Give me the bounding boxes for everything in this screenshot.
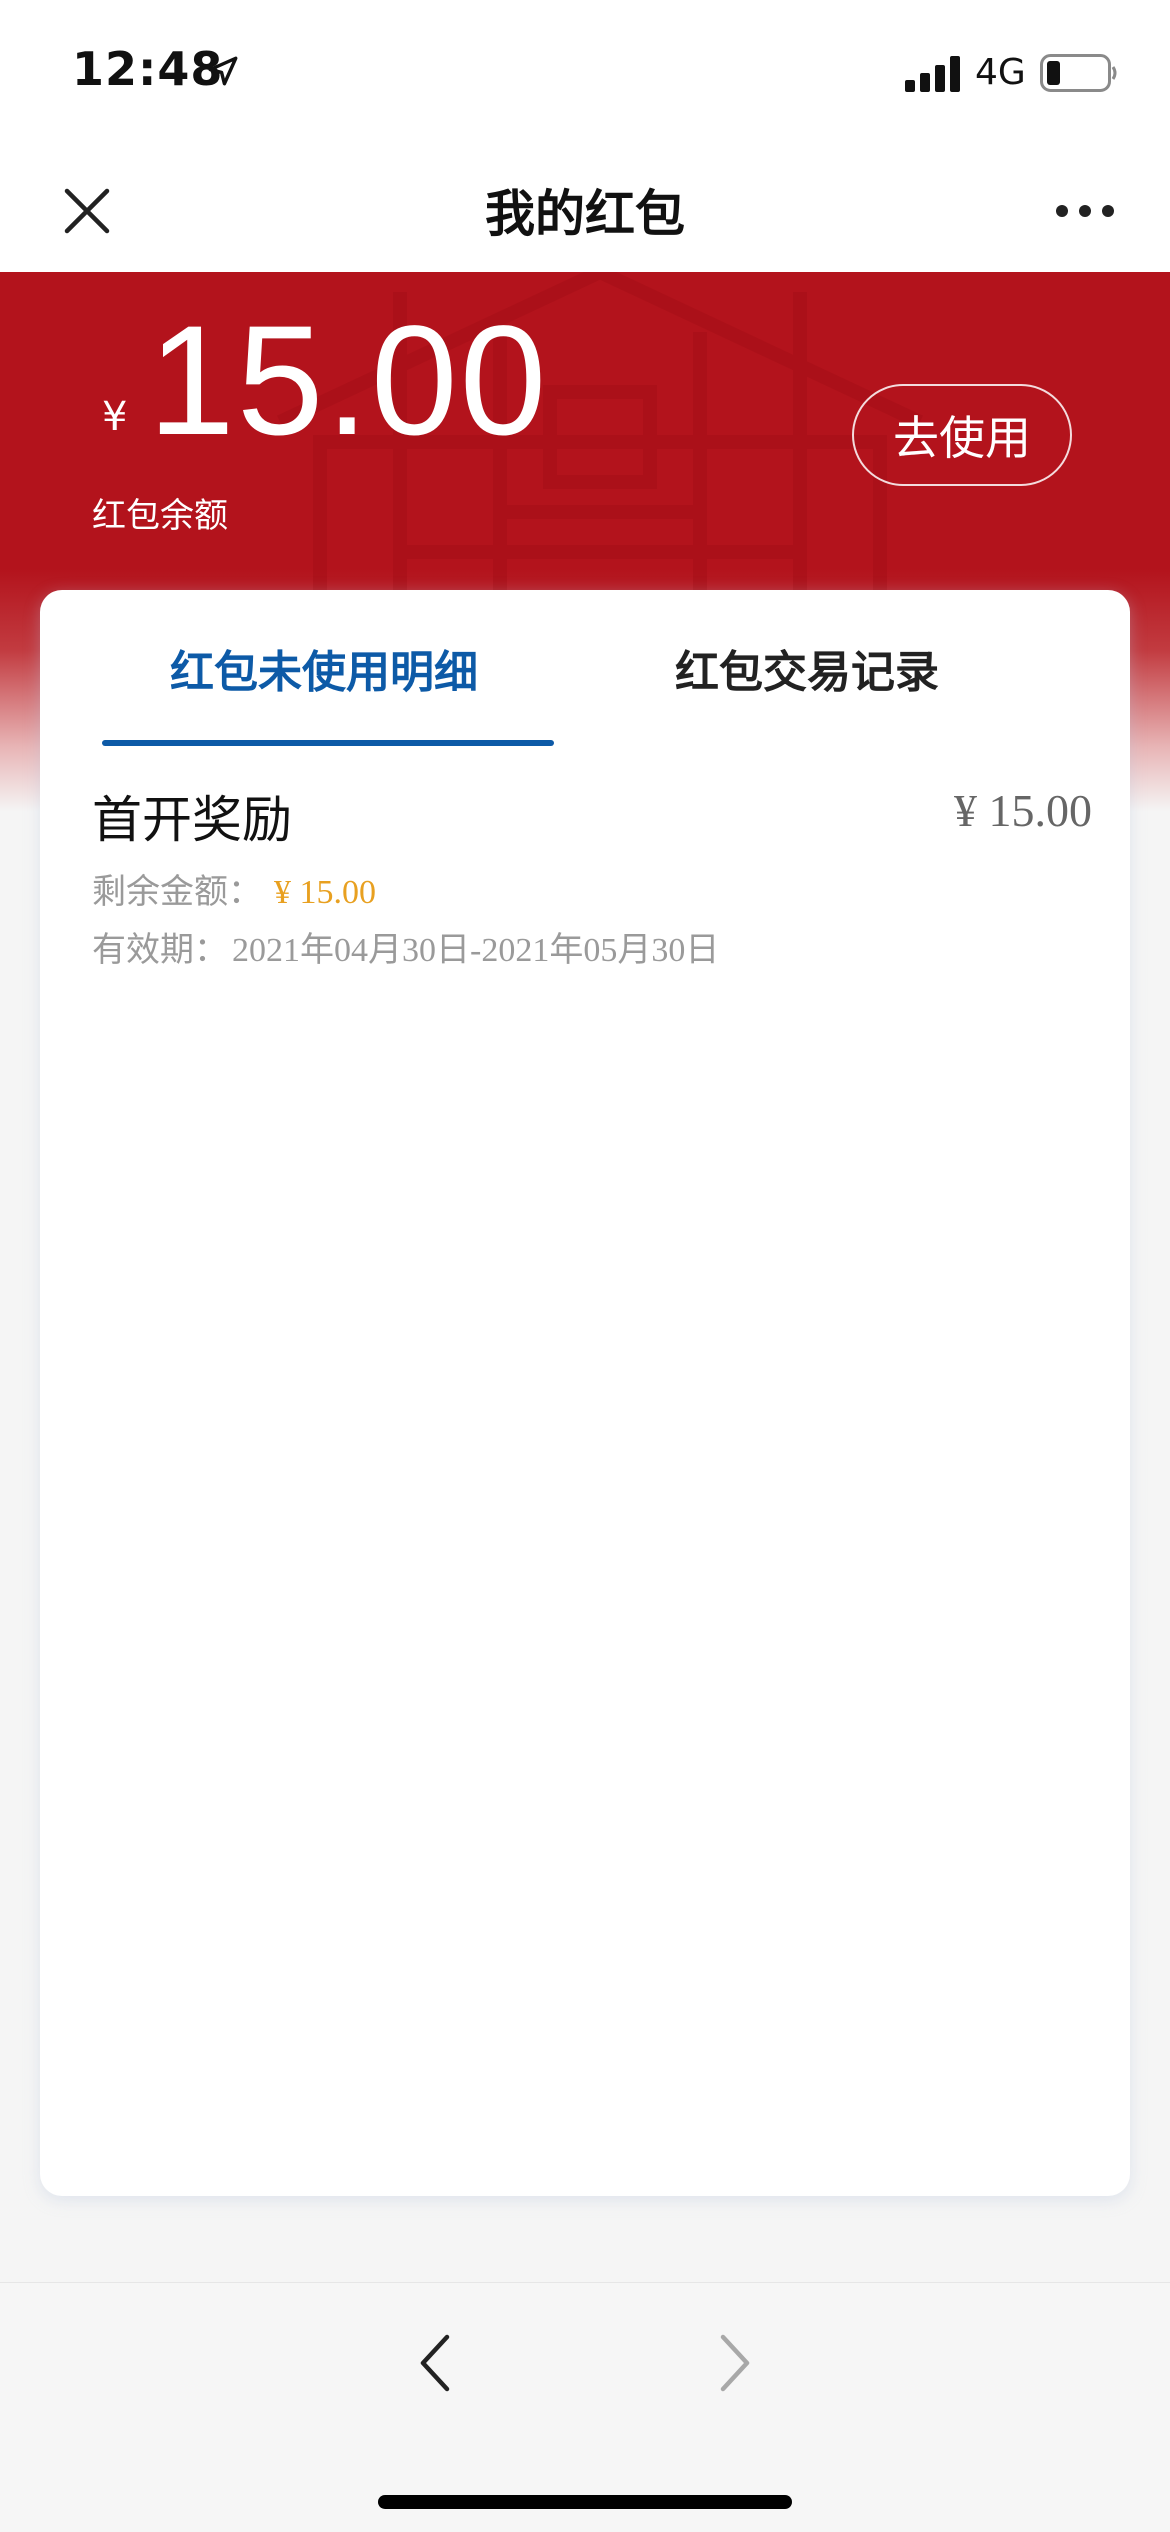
network-label: 4G (975, 52, 1026, 93)
home-indicator (378, 2495, 792, 2509)
balance-amount: 15.00 (148, 294, 549, 468)
battery-icon (1040, 54, 1117, 92)
remain-row: 剩余金额： ¥ 15.00 (92, 864, 376, 913)
active-tab-indicator (102, 740, 554, 746)
location-arrow-icon (208, 56, 238, 86)
remain-value: ¥ 15.00 (274, 874, 376, 911)
tab-unused-details[interactable]: 红包未使用明细 (170, 636, 478, 700)
list-item[interactable]: 首开奖励 ¥ 15.00 剩余金额： ¥ 15.00 有效期： 2021年04月30… (92, 780, 1092, 970)
tab-bar: 红包未使用明细 红包交易记录 (40, 590, 1130, 750)
signal-bars-icon (905, 56, 960, 92)
chevron-left-icon (420, 2334, 450, 2392)
chevron-right-icon (720, 2334, 750, 2392)
use-button[interactable]: 去使用 (852, 384, 1072, 486)
browser-toolbar (0, 2282, 1170, 2532)
forward-button[interactable] (700, 2323, 770, 2403)
item-amount: ¥ 15.00 (954, 785, 1092, 836)
back-button[interactable] (400, 2323, 470, 2403)
validity-label: 有效期： (92, 930, 228, 970)
item-title: 首开奖励 (92, 791, 292, 849)
more-button[interactable] (1050, 176, 1120, 246)
validity-row: 有效期： 2021年04月30日-2021年05月30日 (92, 922, 719, 971)
status-bar: 12:48 4G (0, 0, 1170, 150)
remain-label: 剩余金额： (92, 872, 262, 912)
details-card: 红包未使用明细 红包交易记录 首开奖励 ¥ 15.00 剩余金额： ¥ 15.00… (40, 590, 1130, 2196)
more-icon (1056, 205, 1114, 217)
screen: 12:48 4G 我的红包 ¥ 15.00 红包余额 去使用 红包未使用明细 红… (0, 0, 1170, 2532)
nav-bar: 我的红包 (0, 150, 1170, 272)
page-title: 我的红包 (485, 185, 685, 243)
status-time: 12:48 (72, 42, 224, 96)
currency-symbol: ¥ (102, 394, 128, 440)
tab-transaction-records[interactable]: 红包交易记录 (675, 636, 939, 700)
balance-label: 红包余额 (92, 496, 228, 536)
validity-value: 2021年04月30日-2021年05月30日 (232, 932, 720, 969)
